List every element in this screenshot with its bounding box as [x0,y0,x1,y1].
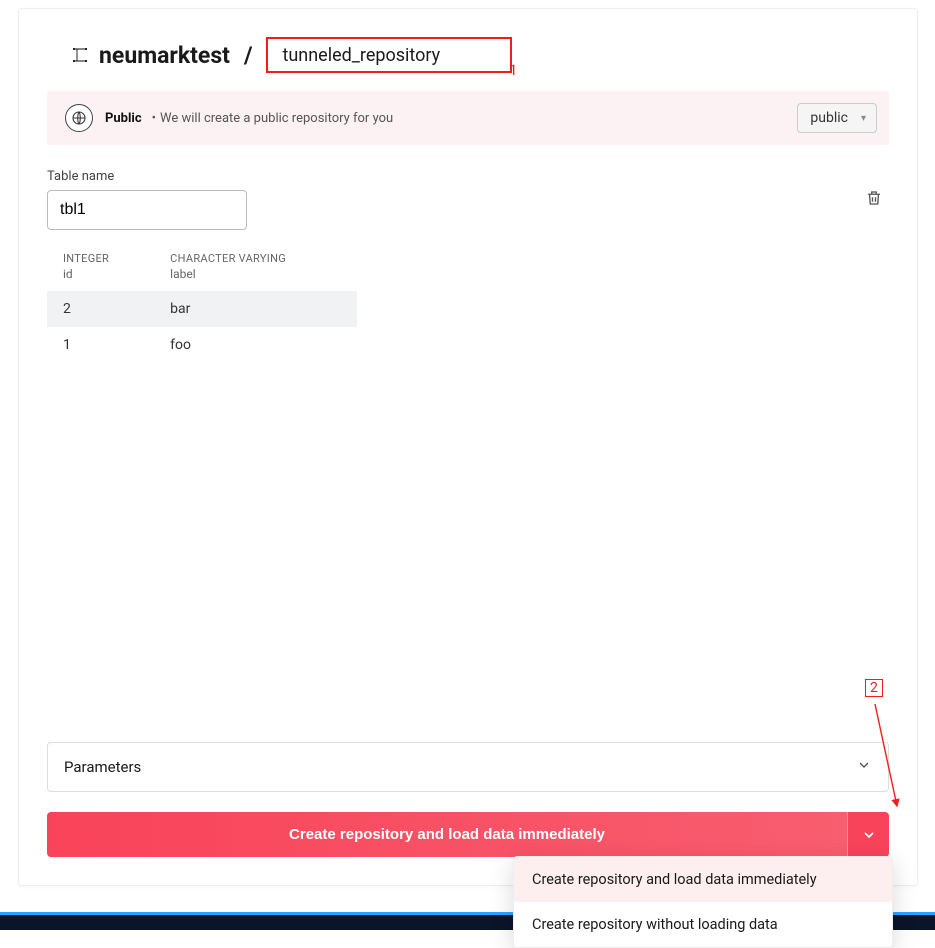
table-row: 2 bar [47,291,357,327]
table-left: Table name INTEGER CHARACTER VARYING id … [47,169,865,363]
cell-id-1: 1 [47,327,154,363]
action-row: Create repository and load data immediat… [47,812,889,857]
visibility-desc: We will create a public repository for y… [160,111,393,126]
visibility-select[interactable]: public [797,103,877,133]
cell-label-1: foo [154,327,357,363]
col-type-0: INTEGER [47,250,154,267]
menu-item-load-now[interactable]: Create repository and load data immediat… [514,857,892,902]
visibility-text: Public•We will create a public repositor… [105,111,393,126]
table-name-input[interactable] [47,190,247,230]
table-name-label: Table name [47,169,865,184]
globe-icon [65,104,93,132]
repo-name-input[interactable]: tunneled_repository [266,37,512,73]
annotation-2: 2 [865,679,883,697]
visibility-info: Public•We will create a public repositor… [65,104,393,132]
cell-id-0: 2 [47,291,154,327]
repo-name-value: tunneled_repository [282,45,440,66]
visibility-selected: public [810,110,848,126]
table-row: 1 foo [47,327,357,363]
repo-header: neumarktest / tunneled_repository [47,37,889,73]
menu-item-load-later[interactable]: Create repository without loading data [514,902,892,947]
parameters-toggle[interactable]: Parameters [47,742,889,792]
visibility-bar: Public•We will create a public repositor… [47,91,889,145]
delete-table-button[interactable] [865,189,883,211]
col-name-1: label [154,267,357,291]
col-type-1: CHARACTER VARYING [154,250,357,267]
logo-icon [71,46,89,64]
col-name-0: id [47,267,154,291]
visibility-label: Public [105,111,142,126]
chevron-down-icon [856,757,872,777]
namespace-label: neumarktest [99,42,230,69]
create-repo-button[interactable]: Create repository and load data immediat… [47,812,847,857]
namespace-slash: / [244,42,253,69]
cell-label-0: bar [154,291,357,327]
create-repo-card: neumarktest / tunneled_repository 1 Publ… [18,8,918,886]
parameters-label: Parameters [64,758,141,776]
preview-table: INTEGER CHARACTER VARYING id label 2 bar… [47,250,357,363]
chevron-down-icon [861,827,877,843]
create-repo-dropdown: Create repository and load data immediat… [513,856,893,948]
annotation-1: 1 [509,61,517,79]
create-repo-split-button[interactable] [847,812,889,857]
table-section: Table name INTEGER CHARACTER VARYING id … [47,169,889,363]
